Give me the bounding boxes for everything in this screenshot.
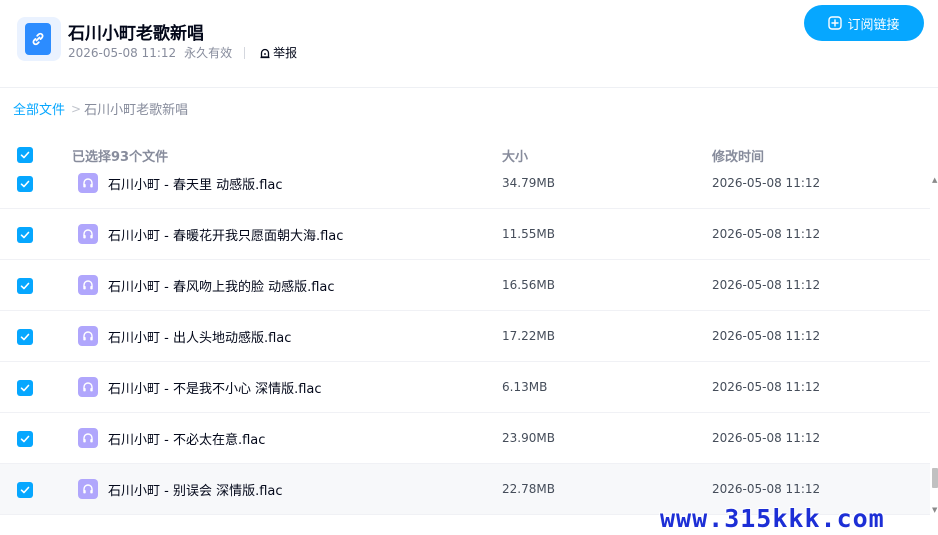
headphones-icon: [78, 224, 98, 244]
select-all-checkbox[interactable]: [17, 147, 33, 163]
meta-divider: [244, 46, 246, 59]
file-size: 11.55MB: [502, 227, 555, 241]
row-checkbox[interactable]: [17, 431, 33, 447]
share-validity: 永久有效: [184, 46, 233, 60]
file-list-header: 已选择93个文件 大小 修改时间: [0, 140, 938, 170]
checkmark-icon: [20, 435, 30, 443]
file-name[interactable]: 石川小町 - 出人头地动感版.flac: [108, 327, 291, 346]
subscribe-label: 订阅链接: [847, 17, 900, 33]
checkmark-icon: [20, 282, 30, 290]
subscribe-link-button[interactable]: 订阅链接: [804, 5, 924, 41]
file-name[interactable]: 石川小町 - 春暖花开我只愿面朝大海.flac: [108, 225, 343, 244]
file-size: 16.56MB: [502, 278, 555, 292]
share-title: 石川小町老歌新唱: [68, 24, 204, 44]
breadcrumb-current: 石川小町老歌新唱: [84, 103, 189, 118]
scroll-up-arrow-icon[interactable]: ▲: [932, 176, 937, 184]
breadcrumb: 全部文件 > 石川小町老歌新唱: [13, 99, 189, 119]
file-name[interactable]: 石川小町 - 春天里 动感版.flac: [108, 174, 283, 193]
row-checkbox[interactable]: [17, 380, 33, 396]
checkmark-icon: [20, 384, 30, 392]
report-label: 举报: [273, 46, 298, 60]
breadcrumb-root-link[interactable]: 全部文件: [13, 99, 65, 118]
scroll-down-arrow-icon[interactable]: ▼: [932, 506, 937, 514]
row-checkbox[interactable]: [17, 482, 33, 498]
file-row[interactable]: 石川小町 - 不必太在意.flac 23.90MB 2026-05-08 11:…: [0, 413, 930, 464]
headphones-icon: [78, 173, 98, 193]
alarm-icon: [260, 48, 270, 58]
row-checkbox[interactable]: [17, 278, 33, 294]
row-checkbox[interactable]: [17, 227, 33, 243]
row-checkbox[interactable]: [17, 176, 33, 192]
file-name[interactable]: 石川小町 - 不是我不小心 深情版.flac: [108, 378, 322, 397]
report-link[interactable]: 举报: [259, 44, 297, 61]
plus-square-icon: [828, 16, 843, 30]
site-watermark: www.315kkk.com: [660, 504, 885, 533]
modified-column-header[interactable]: 修改时间: [712, 146, 764, 165]
file-row[interactable]: 石川小町 - 不是我不小心 深情版.flac 6.13MB 2026-05-08…: [0, 362, 930, 413]
checkmark-icon: [20, 180, 30, 188]
scrollbar-thumb[interactable]: [932, 468, 938, 488]
row-checkbox[interactable]: [17, 329, 33, 345]
link-icon: [25, 23, 51, 55]
file-size: 6.13MB: [502, 380, 548, 394]
file-modified: 2026-05-08 11:12: [712, 227, 821, 241]
file-modified: 2026-05-08 11:12: [712, 380, 821, 394]
file-size: 17.22MB: [502, 329, 555, 343]
checkmark-icon: [20, 231, 30, 239]
file-list-scrollbar[interactable]: ▲ ▼: [931, 176, 938, 516]
file-modified: 2026-05-08 11:12: [712, 431, 821, 445]
file-name[interactable]: 石川小町 - 不必太在意.flac: [108, 429, 265, 448]
headphones-icon: [78, 377, 98, 397]
headphones-icon: [78, 275, 98, 295]
share-meta: 2026-05-08 11:12 永久有效 举报: [68, 44, 297, 61]
headphones-icon: [78, 326, 98, 346]
share-date: 2026-05-08 11:12: [68, 45, 177, 60]
file-row[interactable]: 石川小町 - 春天里 动感版.flac 34.79MB 2026-05-08 1…: [0, 170, 930, 209]
checkmark-icon: [20, 333, 30, 341]
file-modified: 2026-05-08 11:12: [712, 482, 821, 496]
selected-count: 已选择93个文件: [72, 150, 169, 165]
file-modified: 2026-05-08 11:12: [712, 176, 821, 190]
file-modified: 2026-05-08 11:12: [712, 278, 821, 292]
file-modified: 2026-05-08 11:12: [712, 329, 821, 343]
file-size: 34.79MB: [502, 176, 555, 190]
size-column-header[interactable]: 大小: [502, 146, 528, 165]
checkmark-icon: [20, 151, 30, 159]
breadcrumb-separator: >: [71, 101, 82, 116]
file-row[interactable]: 石川小町 - 春暖花开我只愿面朝大海.flac 11.55MB 2026-05-…: [0, 209, 930, 260]
headphones-icon: [78, 479, 98, 499]
file-name[interactable]: 石川小町 - 春风吻上我的脸 动感版.flac: [108, 276, 335, 295]
headphones-icon: [78, 428, 98, 448]
file-row[interactable]: 石川小町 - 春风吻上我的脸 动感版.flac 16.56MB 2026-05-…: [0, 260, 930, 311]
file-size: 22.78MB: [502, 482, 555, 496]
checkmark-icon: [20, 486, 30, 494]
share-header: 石川小町老歌新唱 2026-05-08 11:12 永久有效 举报 订阅链接: [0, 0, 938, 88]
file-size: 23.90MB: [502, 431, 555, 445]
file-name[interactable]: 石川小町 - 别误会 深情版.flac: [108, 480, 283, 499]
file-row[interactable]: 石川小町 - 出人头地动感版.flac 17.22MB 2026-05-08 1…: [0, 311, 930, 362]
file-list: 石川小町 - 春天里 动感版.flac 34.79MB 2026-05-08 1…: [0, 170, 930, 535]
share-link-logo: [17, 17, 61, 61]
